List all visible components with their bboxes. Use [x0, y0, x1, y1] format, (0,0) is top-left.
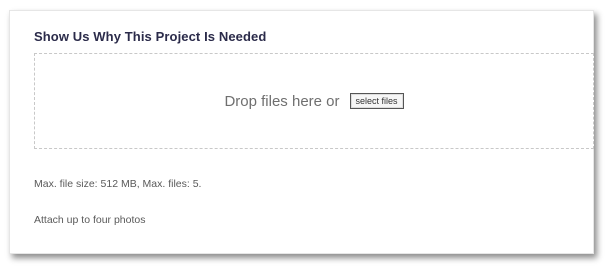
upload-field-card: Show Us Why This Project Is Needed Drop … — [9, 10, 594, 254]
dropzone-text: Drop files here or — [224, 92, 340, 110]
file-dropzone[interactable]: Drop files here or select files — [34, 53, 594, 149]
select-files-button[interactable]: select files — [349, 93, 404, 109]
field-label: Show Us Why This Project Is Needed — [34, 29, 267, 44]
field-description: Attach up to four photos — [34, 214, 146, 226]
file-limits-text: Max. file size: 512 MB, Max. files: 5. — [34, 178, 202, 190]
